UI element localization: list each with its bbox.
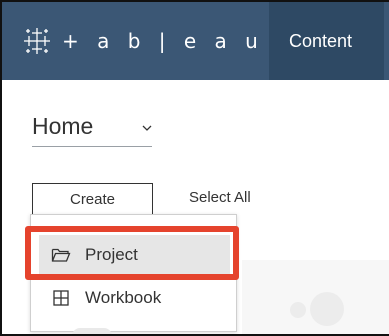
tab-content[interactable]: Content [269, 2, 384, 80]
menu-shadow-decoration [72, 328, 112, 334]
brand-wordmark: + a b | e a u [62, 29, 264, 53]
tableau-logo[interactable]: + a b | e a u [22, 21, 264, 61]
home-dropdown-value: Home [32, 113, 94, 139]
top-navigation-bar: + a b | e a u Content [2, 2, 389, 80]
highlight-box [25, 226, 239, 280]
app-window: + a b | e a u Content Home Create Select… [0, 0, 389, 336]
create-button[interactable]: Create [32, 183, 153, 216]
nav-divider [384, 2, 389, 80]
chevron-down-icon [142, 125, 152, 131]
thumbnail-placeholder-small [290, 302, 306, 318]
menu-item-workbook[interactable]: Workbook [39, 278, 230, 318]
grid-icon [47, 290, 75, 306]
home-dropdown[interactable]: Home [32, 113, 152, 147]
thumbnail-placeholder [310, 292, 344, 326]
tableau-logo-icon [24, 28, 50, 54]
select-all-link[interactable]: Select All [189, 189, 251, 206]
menu-item-label: Workbook [85, 288, 162, 307]
